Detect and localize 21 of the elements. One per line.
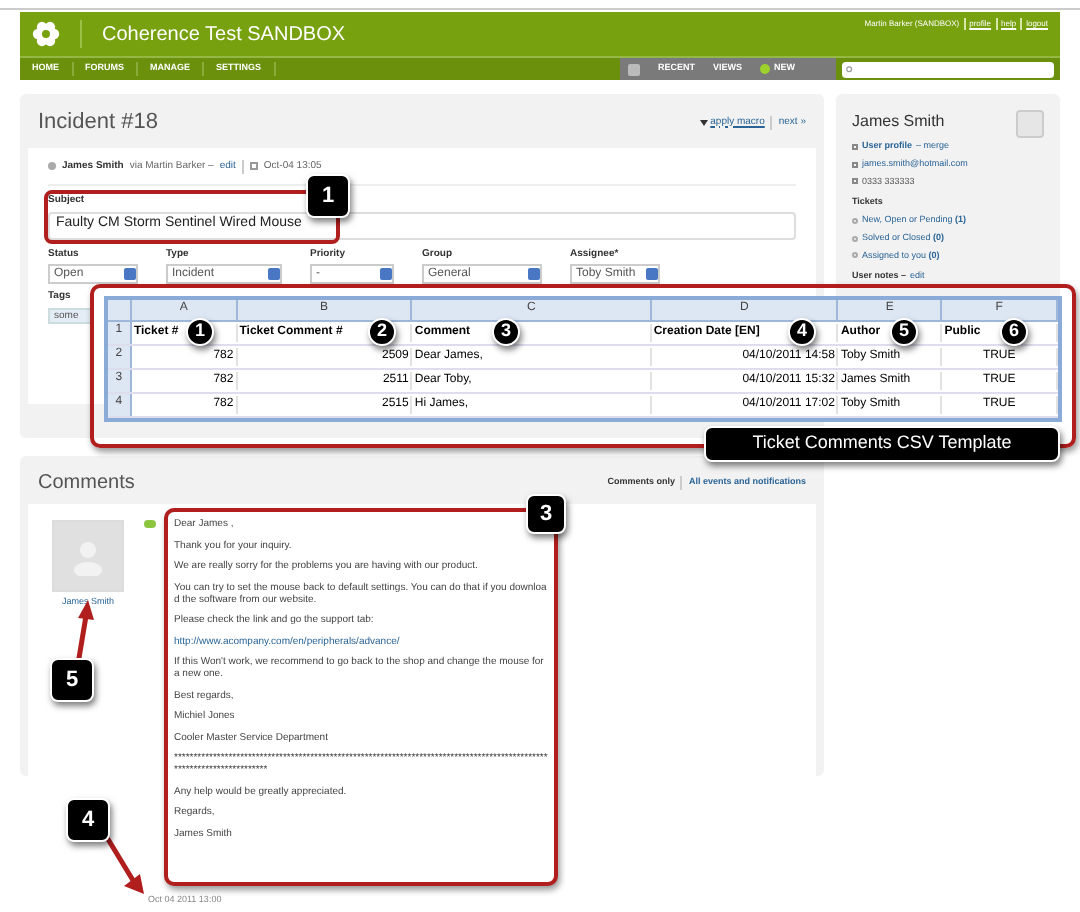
callout-number: 3 xyxy=(526,494,566,534)
person-icon xyxy=(48,162,56,171)
incident-title: Incident #18 xyxy=(38,108,158,138)
callout-number: 4 xyxy=(66,798,110,842)
search-icon xyxy=(846,65,854,73)
avatar-icon xyxy=(1016,110,1044,138)
arrow-icon xyxy=(72,600,96,664)
callout-number: 1 xyxy=(306,174,350,218)
search-field[interactable] xyxy=(842,61,1054,77)
flower-logo-icon xyxy=(32,20,60,48)
bullet-icon xyxy=(852,252,858,259)
bullet-icon xyxy=(852,235,858,242)
site-title: Coherence Test SANDBOX xyxy=(102,21,346,49)
calendar-icon xyxy=(249,162,258,171)
avatar-icon xyxy=(52,520,124,592)
caption-label: Ticket Comments CSV Template xyxy=(704,426,1060,462)
contact-name: James Smith xyxy=(852,110,945,134)
bullet-icon xyxy=(852,217,858,224)
plus-icon xyxy=(760,64,771,74)
comments-title: Comments xyxy=(38,470,135,498)
callout-number: 5 xyxy=(50,658,94,702)
